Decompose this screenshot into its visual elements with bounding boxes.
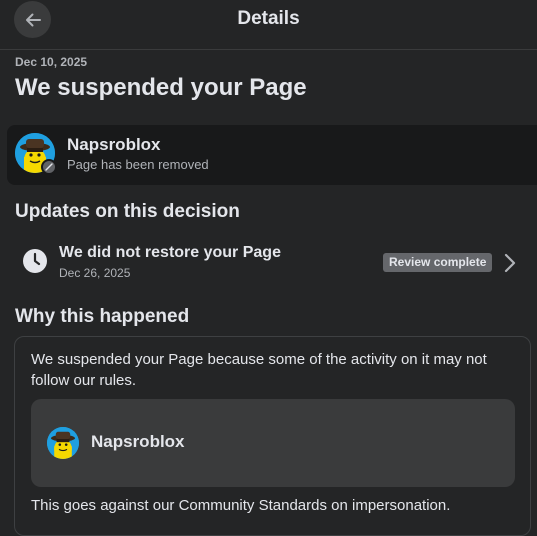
page-avatar-small xyxy=(47,427,79,459)
why-description: We suspended your Page because some of t… xyxy=(31,351,487,389)
status-badge: Review complete xyxy=(383,253,493,272)
update-item[interactable]: We did not restore your Page Dec 26, 202… xyxy=(0,236,537,286)
clock-icon xyxy=(23,249,47,273)
why-section-title: Why this happened xyxy=(15,306,190,327)
edit-badge-icon xyxy=(41,159,57,175)
page-title: Details xyxy=(237,8,300,29)
update-title: We did not restore your Page xyxy=(59,244,281,261)
chevron-right-icon xyxy=(504,253,516,273)
notice-date: Dec 10, 2025 xyxy=(15,55,88,69)
roblox-character-avatar-icon xyxy=(47,427,79,459)
update-date: Dec 26, 2025 xyxy=(59,266,131,280)
updates-section-title: Updates on this decision xyxy=(15,201,240,222)
page-reference-name: Napsroblox xyxy=(91,432,185,451)
pencil-icon xyxy=(45,163,53,171)
page-reference-card: Napsroblox xyxy=(31,399,515,487)
page-status: Page has been removed xyxy=(67,157,209,172)
page-card[interactable]: Napsroblox Page has been removed xyxy=(7,125,537,185)
notice-title: We suspended your Page xyxy=(15,74,307,101)
page-name: Napsroblox xyxy=(67,135,161,154)
community-standards-text: This goes against our Community Standard… xyxy=(31,497,451,514)
why-panel: We suspended your Page because some of t… xyxy=(14,336,531,536)
top-bar: Details xyxy=(0,0,537,50)
